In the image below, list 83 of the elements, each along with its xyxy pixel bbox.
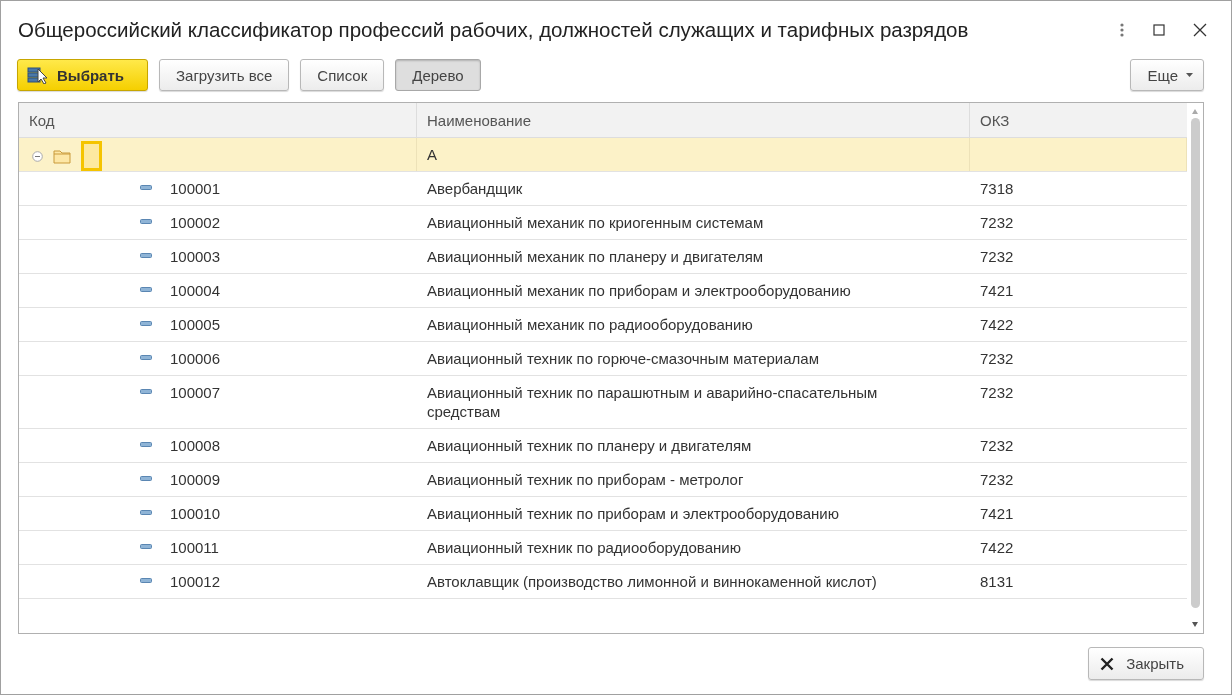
table-row[interactable]: 100006 Авиационный техник по горюче-смазочным материалам 7232 — [19, 342, 1187, 376]
table-row[interactable]: 100002 Авиационный механик по криогенным системам 7232 — [19, 206, 1187, 240]
element-icon — [140, 578, 152, 583]
element-icon — [140, 287, 152, 292]
table-cell: 100005 — [170, 315, 221, 334]
table-row[interactable]: 100005 Авиационный механик по радиооборудованию 7422 — [19, 308, 1187, 342]
table-cell-text: Авиационный техник по парашютным и аварийно-спасательным средствам — [427, 383, 879, 421]
table-cell: Автоклавщик (производство лимонной и виннокаменной кислот) — [427, 572, 877, 591]
element-icon — [140, 510, 152, 515]
table-row[interactable]: 100009 Авиационный техник по приборам - метролог 7232 — [19, 463, 1187, 497]
table-row[interactable]: 100004 Авиационный механик по приборам и электрооборудованию 7421 — [19, 274, 1187, 308]
table-cell: А — [427, 145, 437, 164]
table-row[interactable]: 100008 Авиационный техник по планеру и двигателям 7232 — [19, 429, 1187, 463]
element-icon — [140, 355, 152, 360]
table-row[interactable]: 100012 Автоклавщик (производство лимонной и виннокаменной кислот) 8131 — [19, 565, 1187, 599]
table-row[interactable]: 100003 Авиационный механик по планеру и двигателям 7232 — [19, 240, 1187, 274]
table-cell: 7318 — [980, 179, 1014, 198]
table-cell: Авиационный механик по планеру и двигателям — [427, 247, 764, 266]
table-row[interactable]: 100001 Авербандщик 7318 — [19, 172, 1187, 206]
table-cell: Авиационный механик по криогенным системам — [427, 213, 764, 232]
column-header[interactable]: Наименование — [417, 103, 970, 137]
table-cell: Авиационный техник по горюче-смазочным материалам — [427, 349, 819, 368]
table-cell: Авиационный техник по приборам и электрооборудованию — [427, 504, 839, 523]
table-cell: 100001 — [170, 179, 221, 198]
table-row[interactable]: 100010 Авиационный техник по приборам и электрооборудованию 7421 — [19, 497, 1187, 531]
table-cell: 100010 — [170, 504, 221, 523]
maximize-icon[interactable] — [1153, 24, 1165, 36]
table-cell: Авиационный техник по радиооборудованию — [427, 538, 741, 557]
more-icon[interactable] — [1119, 23, 1125, 37]
element-icon — [140, 389, 152, 394]
caret-icon — [1186, 73, 1193, 77]
window-title: Общероссийский классификатор профессий рабочих, должностей служащих и тарифных разрядов — [18, 18, 970, 42]
table-cell: 7422 — [980, 315, 1014, 334]
table-cell: 8131 — [980, 572, 1014, 591]
column-header[interactable]: ОКЗ — [970, 103, 1187, 137]
table-cell: Авиационный механик по приборам и электрооборудованию — [427, 281, 851, 300]
more-button[interactable]: Еще — [1130, 59, 1204, 91]
table-cell: 7422 — [980, 538, 1014, 557]
element-icon — [140, 544, 152, 549]
column-header[interactable]: Код — [19, 103, 417, 137]
table-cell: Авербандщик — [427, 179, 523, 198]
select-button[interactable]: Выбрать — [17, 59, 148, 91]
close-button[interactable]: Закрыть — [1088, 647, 1204, 680]
table-cell: 100011 — [170, 538, 219, 557]
table-cell: Авиационный механик по радиооборудованию — [427, 315, 753, 334]
element-icon — [140, 219, 152, 224]
select-icon — [27, 66, 49, 84]
table-row[interactable]: А — [19, 138, 1187, 172]
table-cell: 100006 — [170, 349, 221, 368]
table-cell: 7232 — [980, 383, 1014, 402]
close-icon[interactable] — [1193, 23, 1207, 37]
table-cell: 7232 — [980, 213, 1014, 232]
element-icon — [140, 442, 152, 447]
element-icon — [140, 253, 152, 258]
table-cell: 100004 — [170, 281, 221, 300]
load-all-button[interactable]: Загрузить все — [159, 59, 290, 91]
table-cell: 7232 — [980, 470, 1014, 489]
element-icon — [140, 476, 152, 481]
table-cell: 7232 — [980, 436, 1014, 455]
close-icon — [1100, 656, 1115, 671]
scroll-down-icon[interactable] — [1192, 622, 1198, 627]
view-toggle-button[interactable]: Дерево — [395, 59, 481, 91]
table-cell: Авиационный техник по планеру и двигателям — [427, 436, 752, 455]
table-cell: 7232 — [980, 349, 1014, 368]
table-cell: 100008 — [170, 436, 221, 455]
scroll-up-icon[interactable] — [1192, 109, 1198, 114]
table-cell: 7232 — [980, 247, 1014, 266]
view-toggle-button[interactable]: Список — [300, 59, 385, 91]
table-row[interactable]: 100007 Авиационный техник по парашютным и аварийно-спасательным средствам 7232 — [19, 376, 1187, 429]
collapse-icon[interactable] — [32, 150, 43, 162]
table-cell: 100009 — [170, 470, 221, 489]
table-cell: 100012 — [170, 572, 221, 591]
element-icon — [140, 321, 152, 326]
table-row[interactable]: 100011 Авиационный техник по радиооборудованию 7422 — [19, 531, 1187, 565]
table-cell: 100007 — [170, 383, 221, 402]
code-input-field[interactable] — [81, 141, 102, 171]
element-icon — [140, 185, 152, 190]
table-cell: 100003 — [170, 247, 221, 266]
folder-icon — [53, 148, 71, 164]
table-cell: 100002 — [170, 213, 221, 232]
table-cell: Авиационный техник по приборам - метролог — [427, 470, 744, 489]
table-cell: 7421 — [980, 281, 1014, 300]
table-cell: 7421 — [980, 504, 1014, 523]
